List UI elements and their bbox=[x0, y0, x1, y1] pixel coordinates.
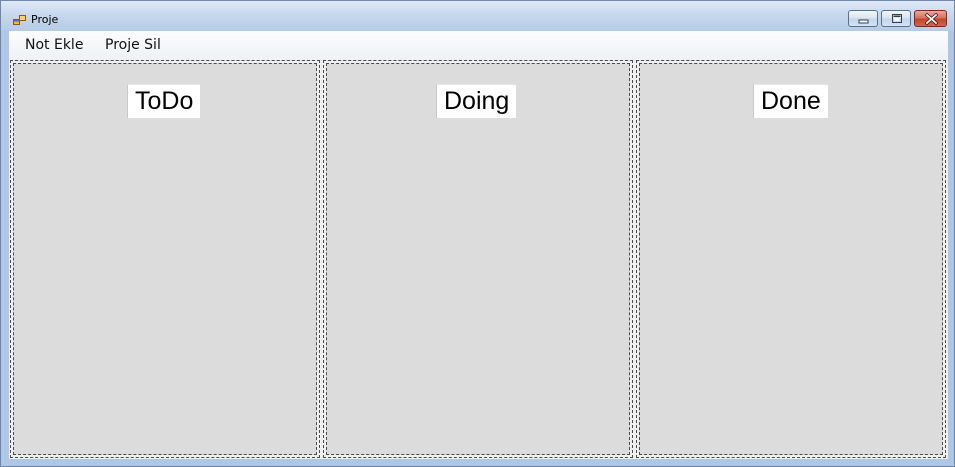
menu-item-proje-sil[interactable]: Proje Sil bbox=[105, 37, 161, 53]
column-todo-panel[interactable]: ToDo bbox=[10, 60, 320, 458]
board-area: ToDo Doing Done bbox=[9, 60, 948, 459]
minimize-button[interactable] bbox=[848, 10, 878, 27]
app-window-icon bbox=[13, 12, 27, 25]
column-todo-label: ToDo bbox=[127, 84, 201, 118]
minimize-icon bbox=[858, 19, 869, 24]
restore-button[interactable] bbox=[881, 10, 911, 27]
column-done-panel[interactable]: Done bbox=[636, 60, 946, 458]
restore-icon bbox=[892, 14, 902, 23]
column-doing-label: Doing bbox=[436, 84, 517, 118]
window-title: Proje bbox=[31, 13, 59, 26]
close-button[interactable] bbox=[914, 10, 947, 27]
menu-item-not-ekle[interactable]: Not Ekle bbox=[25, 37, 83, 53]
close-icon bbox=[924, 12, 939, 26]
column-doing-panel[interactable]: Doing bbox=[323, 60, 633, 458]
menu-bar: Not Ekle Proje Sil bbox=[9, 31, 948, 61]
app-window: Proje Not Ekle Proje Sil ToDo Doing Done bbox=[0, 0, 955, 467]
column-done-label: Done bbox=[753, 84, 828, 118]
title-bar[interactable]: Proje bbox=[1, 1, 954, 31]
